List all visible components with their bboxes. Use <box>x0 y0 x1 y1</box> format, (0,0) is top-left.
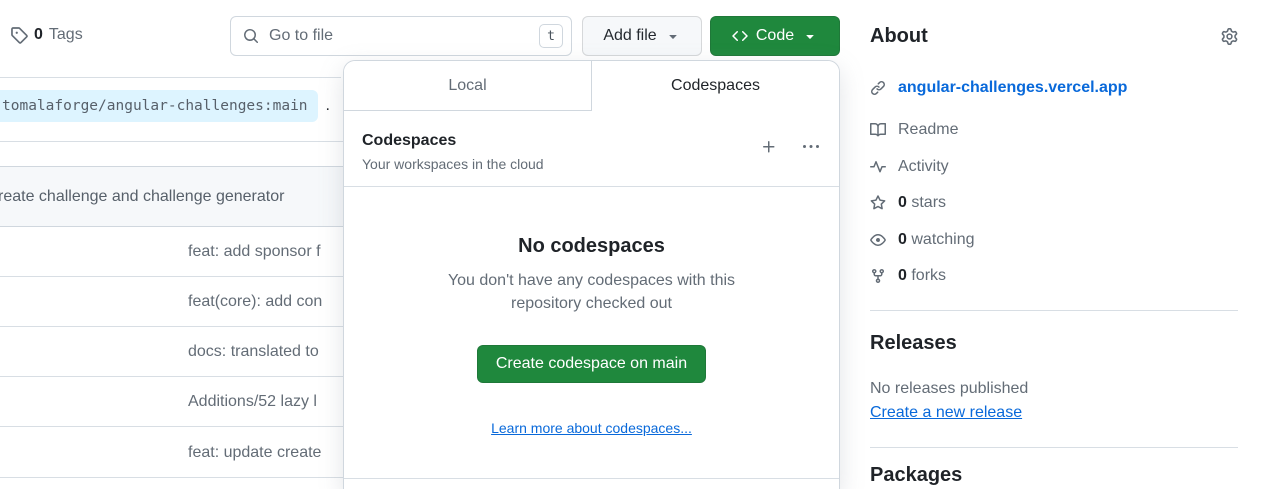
pulse-icon <box>870 159 886 175</box>
codespaces-title: Codespaces <box>362 129 544 153</box>
divider <box>0 141 343 142</box>
eye-icon <box>870 232 886 248</box>
tags-count: 0 <box>34 26 43 44</box>
code-icon <box>732 28 748 44</box>
latest-commit-message[interactable]: create challenge and challenge generator <box>0 188 284 206</box>
code-button-label: Code <box>756 27 794 45</box>
fork-icon <box>870 268 886 284</box>
book-icon <box>870 122 886 138</box>
empty-state-description: You don't have any codespaces with this … <box>432 269 752 315</box>
add-file-button[interactable]: Add file <box>582 16 702 56</box>
tags-summary[interactable]: 0 Tags <box>10 26 83 44</box>
codespaces-header: Codespaces Your workspaces in the cloud <box>344 111 839 186</box>
tab-codespaces[interactable]: Codespaces <box>592 61 839 111</box>
website-row: angular-challenges.vercel.app <box>870 76 1238 100</box>
tags-label: Tags <box>49 26 83 44</box>
no-releases-text: No releases published <box>870 377 1238 401</box>
watching-label: watching <box>911 231 974 248</box>
commit-message[interactable]: feat: update create <box>188 444 321 462</box>
new-codespace-plus-icon[interactable] <box>761 139 777 155</box>
tag-icon <box>10 26 28 44</box>
commit-message[interactable]: docs: translated to <box>188 343 319 361</box>
code-snippet-suffix: . <box>326 97 330 115</box>
packages-title: Packages <box>870 461 1238 489</box>
about-title: About <box>870 22 928 50</box>
divider <box>870 310 1238 311</box>
divider <box>344 478 839 479</box>
forks-row[interactable]: 0 forks <box>870 264 1238 288</box>
releases-title: Releases <box>870 329 1238 357</box>
divider <box>0 77 341 78</box>
chevron-down-icon <box>802 28 818 44</box>
search-icon <box>243 28 259 44</box>
codespaces-empty-state: No codespaces You don't have any codespa… <box>344 232 839 438</box>
create-codespace-button[interactable]: Create codespace on main <box>477 345 706 383</box>
add-file-label: Add file <box>603 27 656 45</box>
shortcut-keycap: t <box>539 24 563 48</box>
readme-row[interactable]: Readme <box>870 118 1238 142</box>
repo-sidebar: About angular-challenges.vercel.app Read… <box>870 22 1238 489</box>
code-dropdown-panel: Local Codespaces Codespaces Your workspa… <box>343 60 840 489</box>
go-to-file-search[interactable]: t <box>230 16 572 56</box>
link-icon <box>870 80 886 96</box>
forks-count: 0 <box>898 267 907 284</box>
website-link[interactable]: angular-challenges.vercel.app <box>898 79 1127 97</box>
commit-message[interactable]: Additions/52 lazy l <box>188 393 317 411</box>
learn-more-link[interactable]: Learn more about codespaces... <box>491 420 692 436</box>
code-dropdown-tabs: Local Codespaces <box>344 61 839 111</box>
watching-count: 0 <box>898 231 907 248</box>
stars-label: stars <box>911 194 946 211</box>
kebab-menu-icon[interactable] <box>803 139 819 155</box>
chevron-down-icon <box>665 28 681 44</box>
clone-hint-row: tomalaforge/angular-challenges:main . <box>0 90 330 122</box>
stars-row[interactable]: 0 stars <box>870 191 1238 215</box>
search-input[interactable] <box>269 27 539 45</box>
tab-local[interactable]: Local <box>344 61 592 111</box>
commit-message[interactable]: feat(core): add con <box>188 293 322 311</box>
gear-icon[interactable] <box>1221 28 1238 45</box>
stars-count: 0 <box>898 194 907 211</box>
activity-label[interactable]: Activity <box>898 158 949 176</box>
divider <box>870 447 1238 448</box>
code-button[interactable]: Code <box>710 16 840 56</box>
codespaces-subtitle: Your workspaces in the cloud <box>362 156 544 172</box>
commit-message[interactable]: feat: add sponsor f <box>188 243 321 261</box>
star-icon <box>870 195 886 211</box>
repo-page: 0 Tags t Add file Code tomalaforge/angul… <box>0 0 1278 489</box>
repo-ref-code-chip: tomalaforge/angular-challenges:main <box>0 90 318 122</box>
watching-row[interactable]: 0 watching <box>870 228 1238 252</box>
empty-state-title: No codespaces <box>344 232 839 260</box>
divider <box>344 186 839 187</box>
create-release-link[interactable]: Create a new release <box>870 401 1022 425</box>
forks-label: forks <box>911 267 946 284</box>
activity-row[interactable]: Activity <box>870 155 1238 179</box>
readme-label[interactable]: Readme <box>898 121 958 139</box>
